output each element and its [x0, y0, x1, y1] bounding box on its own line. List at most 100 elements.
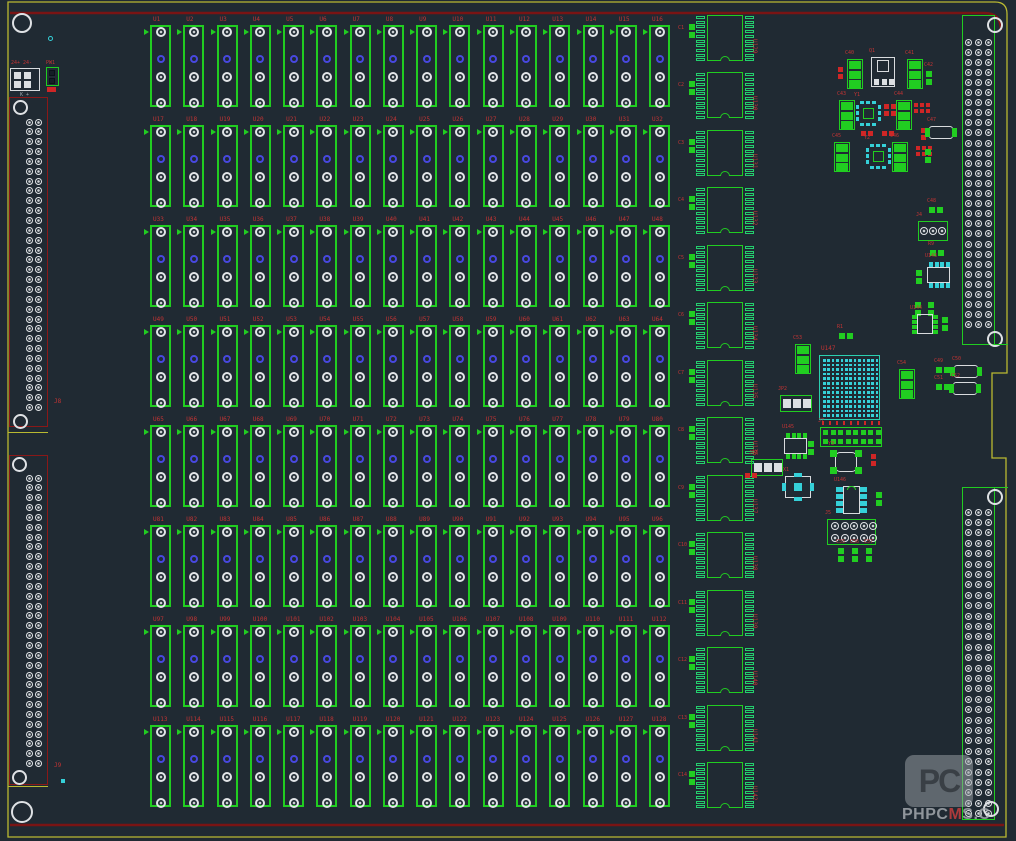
component-outline-U34 [183, 225, 204, 307]
chip-pad [838, 556, 844, 562]
component-outline-U7 [350, 25, 371, 107]
regulator-pin-pad [889, 79, 894, 85]
ic-pad [696, 97, 705, 100]
connector-pin [26, 672, 33, 679]
through-hole-pad [222, 398, 232, 408]
component-outline-U55 [350, 325, 371, 407]
via [323, 55, 331, 63]
through-hole-pad [588, 72, 598, 82]
cap-pad [689, 204, 695, 210]
through-hole-pad [588, 298, 598, 308]
component-outline-U33 [150, 225, 171, 307]
component-designator: U77 [552, 417, 563, 423]
bga-ball [876, 364, 879, 367]
connector-pin [975, 261, 982, 268]
through-hole-pad [156, 227, 166, 237]
soic8-pad [929, 283, 933, 288]
part-designator: C40 [845, 51, 854, 56]
pin1-marker-icon [310, 29, 315, 35]
bga-ball [867, 400, 870, 403]
component-designator: U117 [286, 717, 300, 723]
connector-pin [985, 281, 992, 288]
component-outline-U43 [483, 225, 504, 307]
pin1-marker-icon [310, 329, 315, 335]
connector-pin [975, 644, 982, 651]
through-hole-pad [156, 427, 166, 437]
soic-pad [860, 508, 867, 513]
ic-pad [745, 169, 754, 172]
connector-pin [26, 622, 33, 629]
ic-pad [696, 269, 705, 272]
component-outline-U96 [649, 525, 670, 607]
bga-ball [823, 391, 826, 394]
component-outline-U68 [250, 425, 271, 507]
pin1-marker-icon [410, 529, 415, 535]
component-designator: U35 [220, 217, 231, 223]
connector-pin [965, 706, 972, 713]
pin1-marker-icon [277, 229, 282, 235]
ic-pad [745, 16, 754, 19]
connector-pin [35, 168, 42, 175]
connector-pin [985, 140, 992, 147]
soic8-pad [792, 454, 796, 459]
component-outline-U48 [649, 225, 670, 307]
connector-pin [975, 633, 982, 640]
header-pin-numbers [822, 421, 880, 425]
connector-pin [965, 301, 972, 308]
through-hole-pad [289, 272, 299, 282]
component-outline-U19 [217, 125, 238, 207]
ic-pad [745, 136, 754, 139]
tantalum-pad [949, 384, 954, 393]
connector-pin [35, 119, 42, 126]
connector-pin [975, 727, 982, 734]
connector-pin [985, 613, 992, 620]
ic-pad [745, 260, 754, 263]
via [190, 55, 198, 63]
through-hole-pad [189, 698, 199, 708]
through-hole-pad [655, 472, 665, 482]
component-designator: U118 [319, 717, 333, 723]
cap-designator: C4 [678, 198, 684, 203]
component-outline-U116 [250, 725, 271, 807]
cap-designator: C14 [678, 773, 687, 778]
connector-pin [985, 789, 992, 796]
component-designator: U113 [153, 717, 167, 723]
connector-pin [26, 217, 33, 224]
through-hole-pad [322, 98, 332, 108]
bga-ball [867, 377, 870, 380]
connector-pin [965, 571, 972, 578]
pin1-marker-icon [344, 129, 349, 135]
ic-pad [745, 58, 754, 61]
connector-pin [965, 623, 972, 630]
terminal-pin [920, 227, 928, 235]
via [223, 255, 231, 263]
via [290, 755, 298, 763]
header-pad [876, 439, 881, 444]
ic-pad [745, 375, 754, 378]
through-hole-pad [655, 598, 665, 608]
cap-designator: C9 [678, 486, 684, 491]
chip-pad [936, 367, 942, 373]
component-designator: U34 [186, 217, 197, 223]
connector-pin [965, 180, 972, 187]
via [589, 355, 597, 363]
bga-ball [854, 391, 857, 394]
component-outline-U8 [383, 25, 404, 107]
connector-pin [965, 49, 972, 56]
component-designator: U20 [253, 117, 264, 123]
component-designator: U121 [419, 717, 433, 723]
connector-pin [975, 140, 982, 147]
connector-pin [26, 404, 33, 411]
connector-pin [965, 644, 972, 651]
connector-pin [985, 109, 992, 116]
component-outline-U78 [583, 425, 604, 507]
bga-ball [845, 359, 848, 362]
component-designator: U111 [619, 617, 633, 623]
connector-designator: J8 [54, 399, 61, 405]
pin1-marker-icon [277, 29, 282, 35]
pin1-marker-icon [577, 429, 582, 435]
connector-pin [26, 306, 33, 313]
bga-ball [854, 410, 857, 413]
component-outline-U118 [316, 725, 337, 807]
component-outline-U79 [616, 425, 637, 507]
